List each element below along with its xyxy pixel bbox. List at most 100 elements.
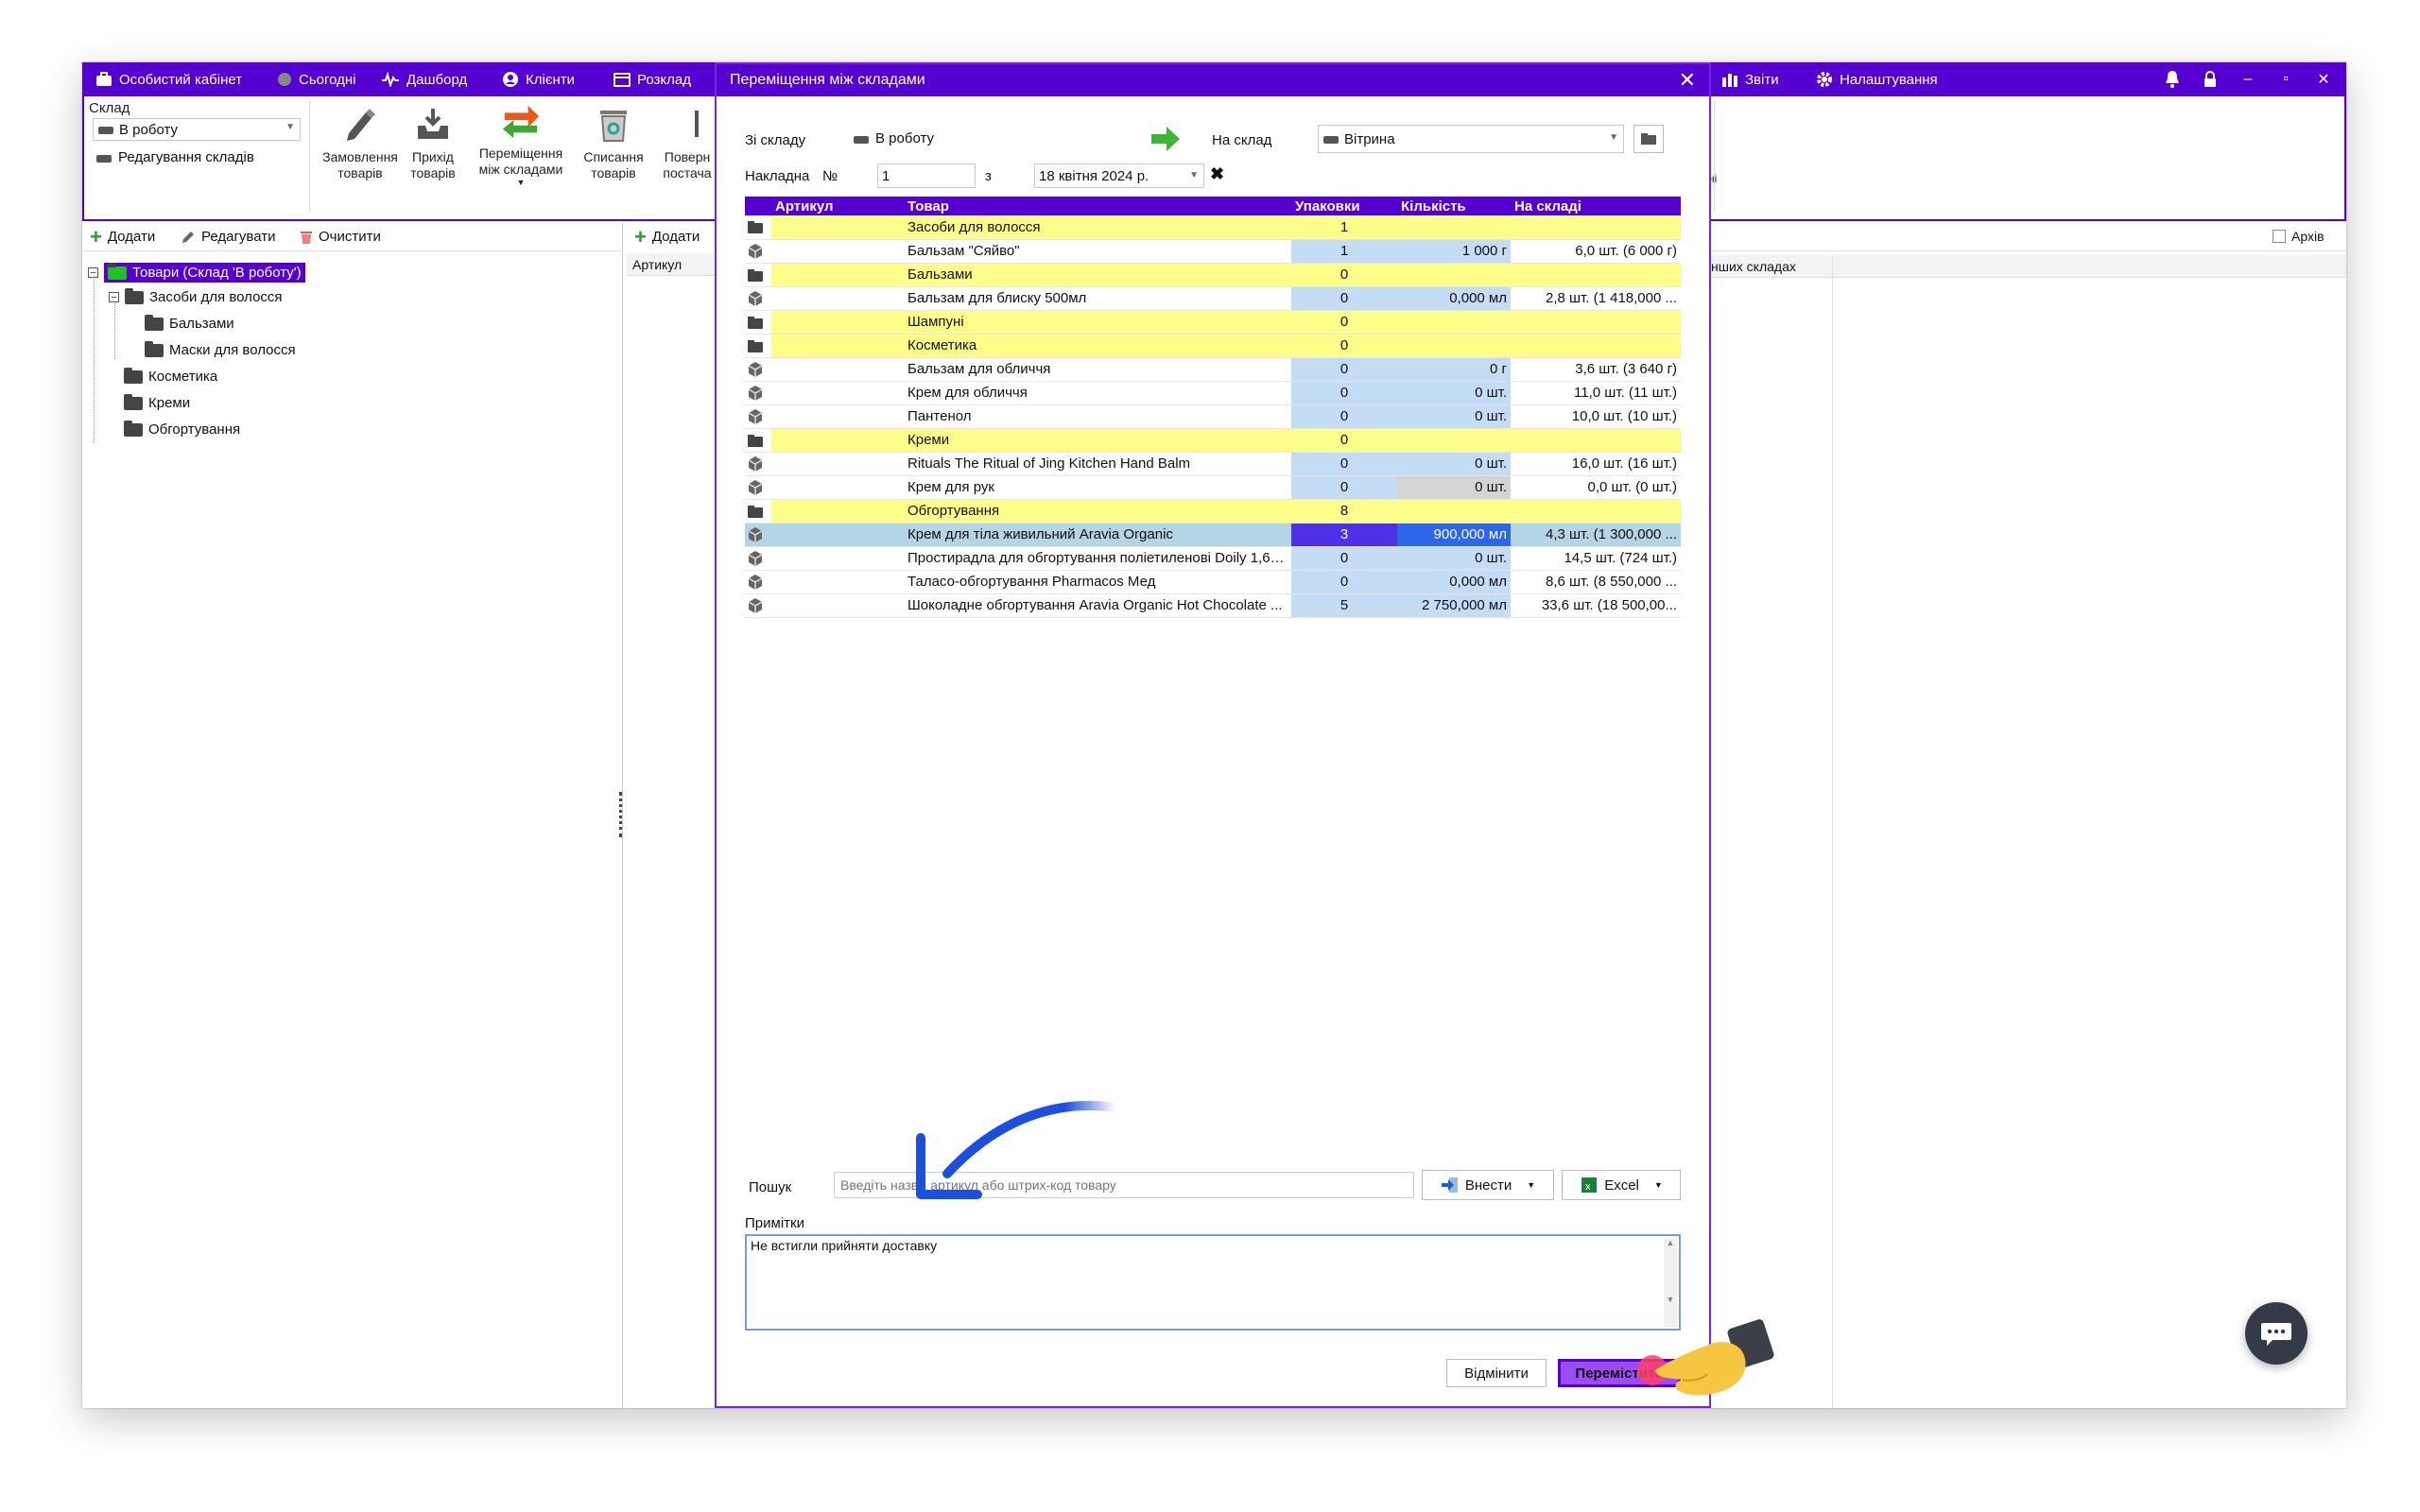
cell-qty[interactable]: 900,000 мл [1397,523,1511,547]
archive-checkbox[interactable]: Архів [2273,229,2325,244]
cell-qty[interactable]: 0,000 мл [1397,570,1511,594]
header-product[interactable]: Товар [904,197,1291,215]
edit-category-button[interactable]: Редагувати [181,229,276,245]
cell-qty[interactable] [1397,428,1511,453]
category-row[interactable]: Креми 0 [745,428,1681,453]
writeoff-goods-button[interactable]: Списання товарів [578,104,649,181]
bell-icon[interactable] [2158,62,2187,96]
product-row[interactable]: Пантенол 0 0 шт. 10,0 шт. (10 шт.) [745,404,1681,429]
nav-today[interactable]: Сьогодні [277,62,356,96]
cell-packs[interactable]: 1 [1291,215,1397,240]
cell-qty[interactable] [1397,310,1511,335]
tree-node-creams[interactable]: Креми [124,393,190,411]
tree-node-cosmetics[interactable]: Косметика [124,367,217,385]
cell-qty[interactable]: 0 шт. [1397,546,1511,571]
nav-account[interactable]: Особистий кабінет [95,62,242,96]
cell-qty[interactable] [1397,215,1511,240]
cell-packs[interactable]: 0 [1291,428,1397,453]
cell-qty[interactable]: 1 000 г [1397,239,1511,264]
add-product-button[interactable]: + Додати [634,226,700,247]
chat-button[interactable] [2245,1302,2308,1365]
splitter-handle[interactable] [619,792,622,837]
warehouse-select[interactable]: В роботу ▼ [93,118,301,141]
cell-packs[interactable]: 0 [1291,263,1397,287]
edit-warehouses-button[interactable]: Редагування складів [95,149,254,165]
header-stock[interactable]: На складі [1511,197,1681,215]
tree-node-hair[interactable]: – Засоби для волосся [109,287,283,305]
collapse-icon[interactable]: – [109,292,119,302]
cell-packs[interactable]: 0 [1291,381,1397,405]
cell-qty[interactable]: 0 шт. [1397,381,1511,405]
excel-button[interactable]: x Excel ▼ [1562,1170,1681,1200]
cell-packs[interactable]: 0 [1291,452,1397,476]
cell-qty[interactable]: 0 шт. [1397,404,1511,429]
nav-settings[interactable]: Налаштування [1816,62,1938,96]
cell-qty[interactable]: 0 шт. [1397,475,1511,500]
invoice-number-input[interactable]: 1 [877,163,976,188]
category-row[interactable]: Бальзами 0 [745,263,1681,287]
clear-date-icon[interactable]: ✖ [1210,164,1224,184]
return-supplier-button[interactable]: Поверн постача [657,104,717,181]
product-row[interactable]: Крем для обличчя 0 0 шт. 11,0 шт. (11 шт.) [745,381,1681,405]
product-row[interactable]: Простирадла для обгортування поліетилено… [745,546,1681,571]
cell-packs[interactable]: 1 [1291,239,1397,264]
close-icon[interactable]: ✕ [1679,70,1696,91]
product-row[interactable]: Бальзам для блиску 500мл 0 0,000 мл 2,8 шт.… [745,286,1681,311]
clear-button[interactable]: Очистити [300,229,381,245]
product-row[interactable]: Бальзам "Сяйво" 1 1 000 г 6,0 шт. (6 000 г) [745,239,1681,264]
cell-packs[interactable]: 0 [1291,570,1397,594]
tree-node-balms[interactable]: Бальзами [145,314,234,332]
cell-packs[interactable]: 0 [1291,475,1397,500]
warehouse-picker-button[interactable] [1634,125,1664,153]
category-row[interactable]: Засоби для волосся 1 [745,215,1681,240]
product-row[interactable]: Таласо-обгортування Pharmacos Мед 0 0,000 … [745,570,1681,594]
cell-qty[interactable] [1397,263,1511,287]
cell-packs[interactable]: 0 [1291,404,1397,429]
cell-packs[interactable]: 0 [1291,286,1397,311]
lock-icon[interactable] [2196,62,2224,96]
tree-root[interactable]: – Товари (Склад 'В роботу') [88,263,305,283]
cell-packs[interactable]: 0 [1291,310,1397,335]
transfer-between-warehouses-button[interactable]: Переміщення між складами ▼ [472,100,570,187]
category-row[interactable]: Шампуні 0 [745,310,1681,335]
product-row[interactable]: Бальзам для обличчя 0 0 г 3,6 шт. (3 640 г) [745,357,1681,382]
header-icon[interactable] [745,197,771,215]
nav-dashboard[interactable]: Дашборд [381,62,467,96]
import-button[interactable]: Внести ▼ [1422,1170,1554,1200]
nav-clients[interactable]: Клієнти [502,62,575,96]
tree-node-masks[interactable]: Маски для волосся [145,340,296,358]
order-goods-button[interactable]: Замовлення товарів [315,104,406,181]
cell-qty[interactable]: 2 750,000 мл [1397,593,1511,618]
header-packs[interactable]: Упаковки [1291,197,1397,215]
category-row[interactable]: Косметика 0 [745,334,1681,358]
cell-qty[interactable] [1397,334,1511,358]
to-warehouse-select[interactable]: Вітрина ▼ [1318,125,1624,153]
header-qty[interactable]: Кількість [1397,197,1511,215]
minimize-icon[interactable]: – [2234,62,2262,96]
product-row[interactable]: Rituals The Ritual of Jing Kitchen Hand … [745,452,1681,476]
product-row[interactable]: Шоколадне обгортування Aravia Organic Ho… [745,593,1681,618]
notes-textarea[interactable]: Не встигли прийняти доставку ▲ ▼ [745,1234,1681,1331]
close-window-icon[interactable]: ✕ [2309,62,2338,96]
date-picker[interactable]: 18 квітня 2024 р. ▼ [1034,163,1204,188]
add-category-button[interactable]: + Додати [90,226,155,247]
product-row[interactable]: Крем для рук 0 0 шт. 0,0 шт. (0 шт.) [745,475,1681,500]
cell-packs[interactable]: 0 [1291,546,1397,571]
tree-node-wraps[interactable]: Обгортування [124,420,240,438]
header-article[interactable]: Артикул [771,197,904,215]
cell-qty[interactable] [1397,499,1511,524]
cell-packs[interactable]: 0 [1291,334,1397,358]
cancel-button[interactable]: Відмінити [1446,1359,1547,1387]
cell-packs[interactable]: 0 [1291,357,1397,382]
maximize-icon[interactable]: ▫ [2272,62,2300,96]
nav-schedule[interactable]: Розклад [614,62,691,96]
receipt-goods-button[interactable]: Прихід товарів [407,104,458,181]
category-row[interactable]: Обгортування 8 [745,499,1681,524]
product-row[interactable]: Крем для тіла живильний Aravia Organic 3 9… [745,523,1681,547]
cell-qty[interactable]: 0 г [1397,357,1511,382]
cell-packs[interactable]: 3 [1291,523,1397,547]
nav-reports[interactable]: Звіти [1721,62,1779,96]
cell-qty[interactable]: 0 шт. [1397,452,1511,476]
cell-qty[interactable]: 0,000 мл [1397,286,1511,311]
cell-packs[interactable]: 5 [1291,593,1397,618]
